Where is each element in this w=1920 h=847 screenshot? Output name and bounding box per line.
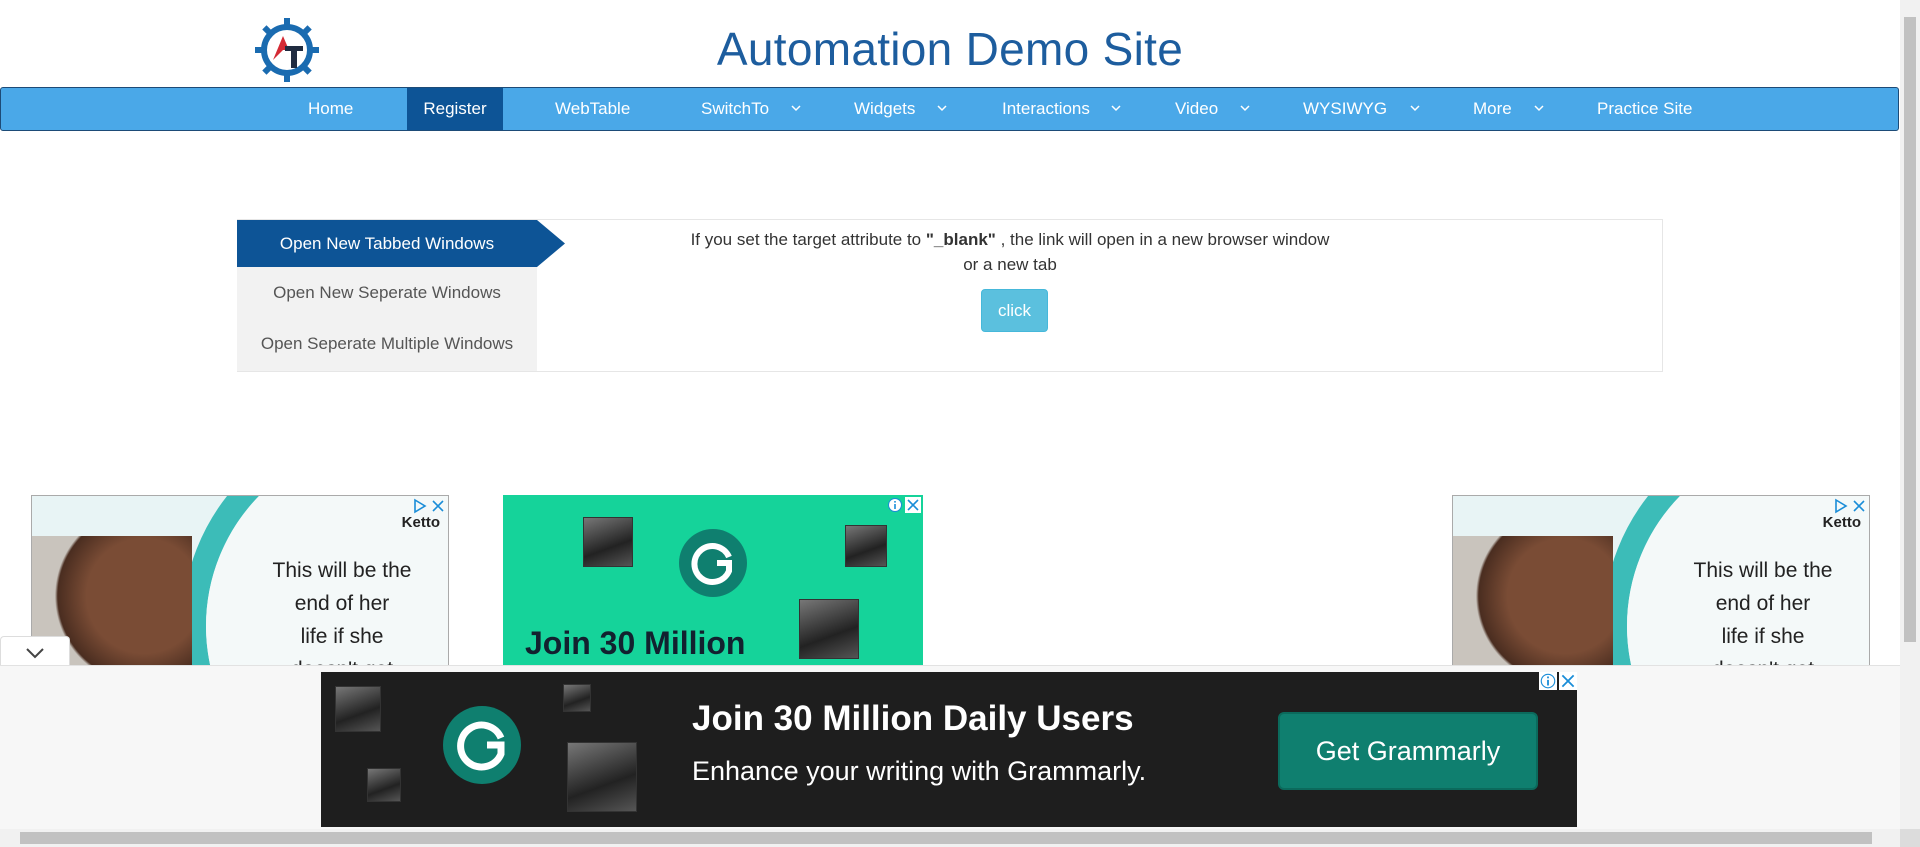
user-photo xyxy=(583,517,633,567)
user-photo xyxy=(567,742,637,812)
horizontal-scrollbar[interactable] xyxy=(0,829,1900,847)
user-photo xyxy=(799,599,859,659)
user-photo xyxy=(367,768,401,802)
ad-headline: Join 30 Million Daily Users xyxy=(692,699,1134,738)
chevron-down-icon xyxy=(1534,105,1544,112)
ketto-brand: Ketto xyxy=(1822,514,1861,531)
ketto-brand: Ketto xyxy=(401,514,440,531)
info-icon[interactable] xyxy=(1539,672,1557,690)
ketto-ad-left[interactable]: Ketto This will be the end of her life if … xyxy=(31,495,449,667)
grammarly-ad-bottom[interactable]: Join 30 Million Daily Users Enhance your… xyxy=(321,672,1577,827)
ketto-ad-copy: This will be theend of herlife if shedoe… xyxy=(272,559,412,666)
active-tab-arrow xyxy=(537,220,565,267)
user-photo xyxy=(563,684,591,712)
close-icon[interactable] xyxy=(905,497,921,513)
nav-home[interactable]: Home xyxy=(308,88,353,130)
vertical-scrollbar[interactable] xyxy=(1900,0,1920,830)
grammarly-ad-middle[interactable]: Join 30 Million xyxy=(503,495,923,667)
main-nav: Home Register WebTable SwitchTo Widgets … xyxy=(0,87,1899,131)
tab-open-new-seperate-windows[interactable]: Open New Seperate Windows xyxy=(237,269,537,316)
nav-switchto[interactable]: SwitchTo xyxy=(701,88,769,130)
click-button[interactable]: click xyxy=(981,289,1048,332)
grammarly-mid-copy: Join 30 Million xyxy=(525,625,746,661)
vertical-scroll-thumb[interactable] xyxy=(1904,17,1916,642)
chevron-down-icon xyxy=(1111,105,1121,112)
close-icon[interactable] xyxy=(1559,672,1577,690)
get-grammarly-button[interactable]: Get Grammarly xyxy=(1278,712,1538,790)
ketto-ad-right[interactable]: Ketto This will be the end of her life if … xyxy=(1452,495,1870,667)
site-title: Automation Demo Site xyxy=(716,23,1184,75)
tab-open-new-tabbed-windows[interactable]: Open New Tabbed Windows xyxy=(237,220,537,267)
adchoices-icon[interactable] xyxy=(1833,498,1849,514)
grammarly-logo-icon xyxy=(443,706,521,784)
horizontal-scroll-thumb[interactable] xyxy=(20,832,1872,844)
chevron-down-icon xyxy=(26,648,44,659)
scrollbar-corner xyxy=(1900,829,1920,847)
ad-subline: Enhance your writing with Grammarly. xyxy=(692,756,1147,786)
info-icon[interactable] xyxy=(887,497,903,513)
close-icon[interactable] xyxy=(1851,498,1867,514)
blank-attribute: "_blank" xyxy=(925,230,996,249)
nav-register[interactable]: Register xyxy=(407,88,503,130)
chevron-down-icon xyxy=(1240,105,1250,112)
ketto-ad-copy: This will be theend of herlife if shedoe… xyxy=(1693,559,1833,666)
tab-list: Open New Tabbed Windows Open New Seperat… xyxy=(237,220,537,371)
child-photo xyxy=(1453,536,1613,666)
close-icon[interactable] xyxy=(430,498,446,514)
nav-interactions[interactable]: Interactions xyxy=(1002,88,1090,130)
collapse-ad-button[interactable] xyxy=(0,636,70,667)
tab-open-seperate-multiple-windows[interactable]: Open Seperate Multiple Windows xyxy=(237,320,537,367)
nav-webtable[interactable]: WebTable xyxy=(555,88,630,130)
grammarly-logo-icon xyxy=(679,529,747,597)
chevron-down-icon xyxy=(791,105,801,112)
nav-wysiwyg[interactable]: WYSIWYG xyxy=(1303,88,1387,130)
tab-description: If you set the target attribute to "_bla… xyxy=(690,230,1330,274)
chevron-down-icon xyxy=(937,105,947,112)
nav-widgets[interactable]: Widgets xyxy=(854,88,915,130)
user-photo xyxy=(335,686,381,732)
nav-more[interactable]: More xyxy=(1473,88,1512,130)
nav-video[interactable]: Video xyxy=(1175,88,1218,130)
chevron-down-icon xyxy=(1410,105,1420,112)
user-photo xyxy=(845,525,887,567)
adchoices-icon[interactable] xyxy=(412,498,428,514)
nav-practice-site[interactable]: Practice Site xyxy=(1597,88,1692,130)
